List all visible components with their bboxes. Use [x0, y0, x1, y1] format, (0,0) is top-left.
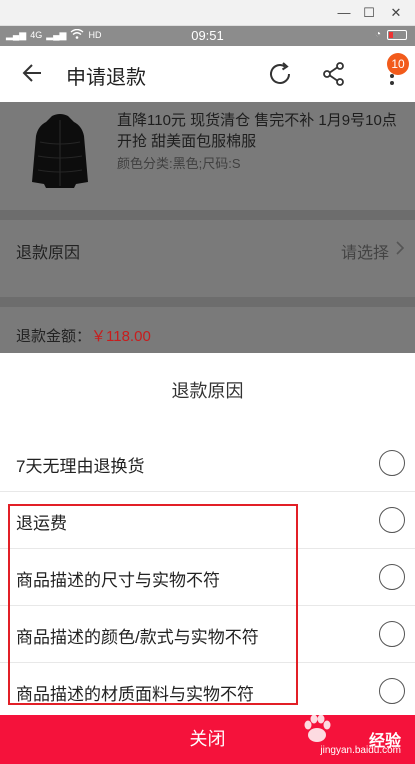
close-sheet-button[interactable]: 关闭	[0, 715, 415, 764]
sheet-title: 退款原因	[171, 381, 244, 401]
chevron-right-icon	[395, 240, 405, 256]
refresh-icon[interactable]	[266, 60, 294, 88]
refund-amount-row: 退款金额：￥118.00	[16, 325, 151, 346]
section-divider	[0, 297, 415, 307]
status-bar: ▂▄▆ 4G ▂▄▆ HD 09:51 ◔	[0, 26, 415, 46]
app-header: 申请退款 10	[0, 46, 415, 102]
back-arrow-icon[interactable]	[20, 60, 46, 86]
radio-button[interactable]	[379, 507, 405, 533]
annotation-highlight-box	[8, 504, 298, 705]
radio-button[interactable]	[379, 564, 405, 590]
product-image	[28, 112, 92, 192]
status-right: ◔	[375, 29, 407, 40]
page-title: 申请退款	[66, 67, 146, 89]
refund-reason-label: 退款原因	[16, 245, 81, 262]
alarm-icon: ◔	[374, 29, 381, 40]
window-title-bar: — ☐ ✕	[0, 0, 415, 26]
radio-button[interactable]	[379, 621, 405, 647]
notification-badge: 10	[387, 53, 409, 75]
close-window-icon[interactable]: ✕	[386, 3, 406, 23]
radio-button[interactable]	[379, 678, 405, 704]
reason-option-label: 7天无理由退换货	[16, 457, 145, 476]
refund-amount-value: ￥118.00	[91, 328, 151, 345]
refund-reason-row[interactable]: 退款原因 请选择	[0, 220, 415, 276]
refund-amount-label: 退款金额：	[16, 328, 92, 345]
watermark-url: jingyan.baidu.com	[320, 745, 401, 756]
section-divider	[0, 210, 415, 220]
radio-button[interactable]	[379, 450, 405, 476]
baidu-paw-logo-icon	[300, 712, 334, 746]
status-time: 09:51	[191, 28, 224, 43]
product-spec: 颜色分类:黑色;尺码:S	[117, 156, 241, 171]
maximize-icon[interactable]: ☐	[359, 3, 379, 23]
share-icon[interactable]	[320, 60, 348, 88]
battery-icon	[387, 29, 407, 40]
refund-reason-placeholder: 请选择	[340, 245, 389, 262]
reason-option[interactable]: 7天无理由退换货	[0, 435, 415, 492]
product-name: 直降110元 现货清仓 售完不补 1月9号10点开抢 甜美面包服棉服	[117, 112, 397, 150]
refund-page-dimmed: 直降110元 现货清仓 售完不补 1月9号10点开抢 甜美面包服棉服 颜色分类:…	[0, 102, 415, 353]
minimize-icon[interactable]: —	[334, 3, 354, 23]
